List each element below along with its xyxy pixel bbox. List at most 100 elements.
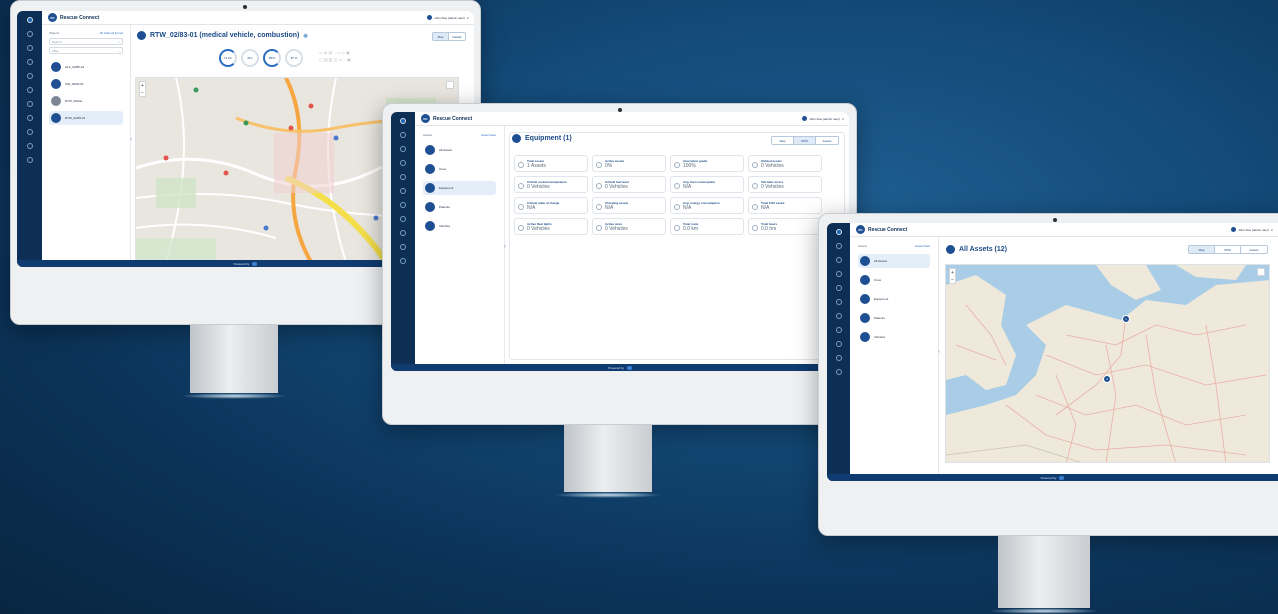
chart-icon[interactable]	[835, 327, 842, 333]
truck-icon	[51, 96, 61, 106]
tab-map[interactable]: Map	[1189, 246, 1215, 253]
user-menu[interactable]: John Doe (admin user) ∨	[1231, 227, 1278, 232]
fullscreen-icon[interactable]	[1257, 268, 1265, 276]
clock-icon[interactable]	[835, 313, 842, 319]
panel-header-title: Assets	[858, 244, 868, 248]
list-item[interactable]: RTW_Mobile	[49, 94, 123, 108]
truck-icon[interactable]	[835, 243, 842, 249]
tag-icon[interactable]	[400, 230, 406, 236]
gear-icon[interactable]	[835, 271, 842, 277]
user-menu[interactable]: John Doe (admin user) ∨	[802, 116, 849, 121]
info-icon[interactable]	[400, 258, 406, 264]
search-icon[interactable]	[835, 285, 842, 291]
users-icon[interactable]	[835, 257, 842, 263]
user-label: John Doe (admin user)	[1238, 227, 1269, 232]
kpi-text: Innovation grade 100%	[683, 159, 707, 170]
help-icon[interactable]	[835, 355, 842, 361]
chart-icon[interactable]	[26, 115, 33, 121]
tab-map[interactable]: Map	[433, 33, 449, 40]
chevron-down-icon: ∨	[1270, 227, 1273, 232]
nav-item[interactable]: Equipment	[423, 181, 496, 195]
list-item[interactable]: RTW_02/83-01	[49, 111, 123, 125]
nav-item[interactable]: Vehicles	[423, 219, 496, 233]
search-icon[interactable]	[26, 73, 33, 79]
tab-assets[interactable]: Assets	[1241, 246, 1267, 253]
home-icon[interactable]	[835, 229, 842, 235]
kpi-card: Avg. energy consumption N/A	[670, 197, 744, 214]
list-item[interactable]: HLF_02/80-01	[49, 60, 123, 74]
wifi-icon[interactable]	[400, 188, 406, 194]
gear-icon[interactable]	[400, 160, 406, 166]
user-avatar	[802, 116, 808, 121]
nav-item[interactable]: Crew	[423, 162, 496, 176]
users-icon[interactable]	[26, 45, 33, 51]
status-icons-row-1: ▭ ◍ ▤ ◌ ▭ ◇ ▣	[319, 50, 350, 55]
nav-item[interactable]: Crew	[858, 273, 930, 287]
user-menu[interactable]: John Doe (admin user) ∨	[427, 15, 474, 20]
app-logo[interactable]: RC Rescue Connect	[48, 13, 99, 22]
wifi-icon[interactable]	[26, 87, 33, 93]
category-icon	[860, 256, 870, 266]
wifi-icon[interactable]	[835, 299, 842, 305]
tab-kpis[interactable]: KPIS	[794, 137, 816, 144]
home-icon[interactable]	[26, 17, 33, 23]
app-logo[interactable]: RC Rescue Connect	[421, 114, 472, 123]
kpi-icon	[752, 183, 758, 189]
search-input[interactable]: Search ⌕	[49, 38, 123, 45]
list-item-label: RTW_02/83-01	[65, 116, 86, 120]
nav-item[interactable]: Patients	[858, 311, 930, 325]
map-cluster-pin[interactable]: 3	[1103, 375, 1111, 383]
kpi-text: Active assets 0%	[605, 159, 624, 170]
app-logo[interactable]: RC Rescue Connect	[856, 225, 907, 234]
logo-mark: RC	[856, 225, 865, 234]
nav-item[interactable]: Vehicles	[858, 330, 930, 344]
fullscreen-icon[interactable]	[446, 81, 454, 89]
help-icon[interactable]	[400, 244, 406, 250]
nav-item[interactable]: Patients	[423, 200, 496, 214]
truck-icon[interactable]	[400, 132, 406, 138]
kpi-text: Total CO2 saved N/A	[761, 201, 784, 212]
info-icon[interactable]	[835, 369, 842, 375]
status-icons-row-2: ▢ ▤ ▥ ◫ ▭ ◌ ▣	[319, 57, 351, 62]
nav-item[interactable]: All Assets	[423, 143, 496, 157]
zoom-out-button[interactable]: −	[951, 277, 954, 283]
gear-icon[interactable]	[26, 59, 33, 65]
page-title: RTW_02/83-01 (medical vehicle, combustio…	[137, 31, 468, 40]
powered-by-label: Powered by	[233, 261, 250, 266]
tab-details[interactable]: Details	[449, 33, 465, 40]
users-icon[interactable]	[400, 146, 406, 152]
panel-header-link[interactable]: Asset Fleet	[481, 133, 496, 137]
list-item[interactable]: GW_02/60-01	[49, 77, 123, 91]
tab-assets[interactable]: Assets	[816, 137, 838, 144]
wrench-icon	[512, 134, 521, 143]
panel-header-link[interactable]: All Cells (# items)	[100, 31, 123, 35]
zoom-in-button[interactable]: +	[951, 270, 954, 276]
info-icon[interactable]	[26, 157, 33, 163]
kpi-card: Tell-tales errors 0 Vehicles	[748, 176, 822, 193]
nav-item-label: Patients	[439, 205, 450, 209]
nav-item[interactable]: All Assets	[858, 254, 930, 268]
map-pin-count: 3	[1106, 377, 1108, 381]
tab-map[interactable]: Map	[772, 137, 794, 144]
home-icon[interactable]	[400, 118, 406, 124]
europe-map[interactable]: + − 1 3	[945, 264, 1270, 463]
help-icon[interactable]	[26, 143, 33, 149]
clock-icon[interactable]	[26, 101, 33, 107]
kpi-value: 0 Vehicles	[527, 184, 550, 190]
panel-header-link[interactable]: Asset Fleet	[915, 244, 930, 248]
tab-kpis[interactable]: KPIS	[1215, 246, 1241, 253]
search-icon[interactable]	[400, 174, 406, 180]
tag-icon[interactable]	[26, 129, 33, 135]
page-title-text: RTW_02/83-01 (medical vehicle, combustio…	[150, 32, 300, 39]
clock-icon[interactable]	[400, 202, 406, 208]
zoom-in-button[interactable]: +	[141, 83, 144, 89]
map-cluster-pin[interactable]: 1	[1122, 315, 1130, 323]
chart-icon[interactable]	[400, 216, 406, 222]
zoom-out-button[interactable]: −	[141, 90, 144, 96]
filter-input[interactable]: Filter ⌄	[49, 47, 123, 54]
tag-icon[interactable]	[835, 341, 842, 347]
nav-item[interactable]: Equipment	[858, 292, 930, 306]
truck-icon[interactable]	[26, 31, 33, 37]
eye-icon[interactable]: ◉	[303, 33, 307, 39]
kpi-value: 100%	[683, 163, 696, 169]
